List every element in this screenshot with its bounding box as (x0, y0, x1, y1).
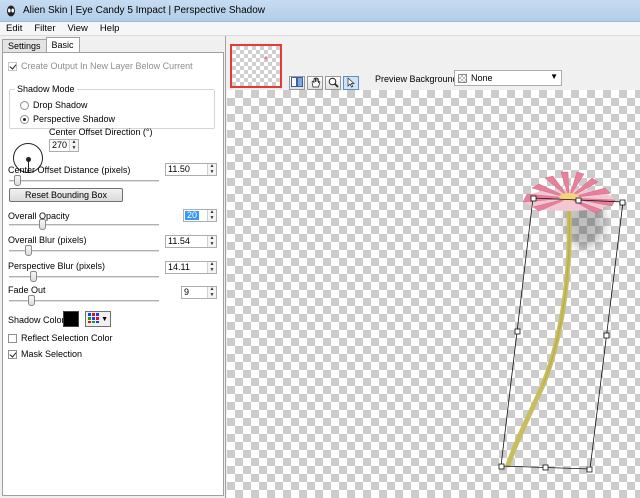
tab-settings[interactable]: Settings (2, 39, 47, 52)
slider-thumb[interactable] (28, 295, 35, 306)
preview-canvas[interactable] (227, 90, 640, 498)
zoom-icon (328, 77, 339, 90)
tab-strip: Settings Basic (2, 37, 80, 53)
slider-thumb[interactable] (30, 271, 37, 282)
preview-toggle-icon (291, 77, 303, 89)
menu-view[interactable]: View (62, 23, 94, 34)
tab-basic[interactable]: Basic (45, 37, 80, 52)
hand-icon (310, 76, 321, 90)
bounding-box-handles[interactable] (498, 195, 626, 473)
preview-toolbar (289, 76, 361, 90)
window-title: Alien Skin | Eye Candy 5 Impact | Perspe… (23, 5, 265, 16)
slider-thumb[interactable] (25, 245, 32, 256)
down-arrow-icon[interactable]: ▼ (208, 169, 216, 175)
center-offset-distance-value[interactable]: 11.50 (166, 164, 207, 175)
down-arrow-icon[interactable]: ▼ (208, 267, 216, 273)
drop-shadow-radio[interactable] (20, 100, 29, 110)
dial-center (26, 157, 31, 162)
perspective-shadow-label: Perspective Shadow (33, 114, 116, 124)
mask-selection-row[interactable]: Mask Selection (8, 349, 82, 359)
reflect-selection-color-checkbox[interactable] (8, 333, 17, 343)
down-arrow-icon[interactable]: ▼ (208, 292, 216, 298)
center-offset-distance-stepper[interactable]: 11.50 ▲ ▼ (165, 163, 217, 176)
navigator-thumbnail[interactable] (230, 44, 282, 88)
overall-blur-label: Overall Blur (pixels) (8, 235, 87, 245)
fade-out-stepper[interactable]: 9 ▲ ▼ (181, 286, 217, 299)
overall-blur-stepper[interactable]: 11.54 ▲ ▼ (165, 235, 217, 248)
menu-help[interactable]: Help (94, 23, 126, 34)
mask-selection-label: Mask Selection (21, 349, 83, 359)
perspective-blur-stepper[interactable]: 14.11 ▲ ▼ (165, 261, 217, 274)
overall-blur-slider[interactable] (9, 245, 159, 257)
shadow-mode-title: Shadow Mode (15, 84, 77, 94)
shadow-mode-group: Shadow Mode Drop Shadow Perspective Shad… (9, 84, 215, 129)
drop-shadow-option[interactable]: Drop Shadow (20, 100, 88, 110)
perspective-blur-slider[interactable] (9, 271, 159, 283)
chevron-down-icon: ▼ (550, 72, 558, 81)
controls-panel: Settings Basic Create Output In New Laye… (0, 36, 226, 498)
color-picker-button[interactable]: ▼ (85, 311, 111, 327)
chevron-down-icon: ▼ (101, 315, 108, 323)
menu-filter[interactable]: Filter (28, 23, 61, 34)
zoom-tool-button[interactable] (325, 76, 341, 90)
fade-out-slider[interactable] (9, 295, 159, 307)
reset-bounding-box-button[interactable]: Reset Bounding Box (9, 188, 123, 202)
center-offset-distance-label: Center Offset Distance (pixels) (8, 165, 131, 175)
fade-out-value[interactable]: 9 (182, 287, 207, 298)
direction-down-arrow-icon[interactable]: ▼ (70, 145, 78, 151)
color-grid-icon (88, 313, 99, 325)
center-offset-direction-label: Center Offset Direction (°) (49, 127, 153, 137)
menu-edit[interactable]: Edit (0, 23, 28, 34)
preview-area: Preview Background: None ▼ (227, 36, 640, 498)
slider-thumb[interactable] (14, 175, 21, 186)
slider-thumb[interactable] (39, 219, 46, 230)
direction-value[interactable]: 270 (50, 140, 69, 151)
direction-stepper[interactable]: 270 ▲ ▼ (49, 139, 79, 152)
preview-background-label: Preview Background: (375, 74, 461, 84)
shadow-color-swatch[interactable] (63, 311, 79, 327)
perspective-shadow-radio[interactable] (20, 114, 29, 124)
transparency-swatch-icon (458, 73, 467, 83)
arrow-icon (346, 76, 356, 90)
down-arrow-icon[interactable]: ▼ (208, 215, 216, 221)
center-offset-distance-slider[interactable] (9, 175, 159, 187)
create-output-label: Create Output In New Layer Below Current (21, 61, 193, 71)
reflect-selection-color-label: Reflect Selection Color (21, 333, 113, 343)
basic-tab-panel: Create Output In New Layer Below Current… (2, 52, 224, 496)
perspective-shadow-option[interactable]: Perspective Shadow (20, 114, 115, 124)
title-bar: Alien Skin | Eye Candy 5 Impact | Perspe… (0, 0, 640, 22)
create-output-checkbox[interactable] (8, 61, 17, 71)
overall-blur-value[interactable]: 11.54 (166, 236, 207, 247)
hand-tool-button[interactable] (307, 76, 323, 90)
perspective-blur-value[interactable]: 14.11 (166, 262, 207, 273)
mask-selection-checkbox[interactable] (8, 349, 17, 359)
shadow-color-label: Shadow Color (8, 315, 65, 325)
preview-background-value: None (471, 73, 493, 83)
select-tool-button[interactable] (343, 76, 359, 90)
drop-shadow-label: Drop Shadow (33, 100, 88, 110)
down-arrow-icon[interactable]: ▼ (208, 241, 216, 247)
alien-skin-logo-icon (4, 4, 18, 18)
fade-out-label: Fade Out (8, 285, 46, 295)
overall-opacity-stepper[interactable]: 20 ▲ ▼ (183, 209, 217, 222)
perspective-blur-label: Perspective Blur (pixels) (8, 261, 106, 271)
create-output-row: Create Output In New Layer Below Current (8, 61, 193, 71)
toggle-preview-button[interactable] (289, 76, 305, 90)
menu-bar: Edit Filter View Help (0, 22, 640, 36)
daisy-flower (522, 171, 616, 214)
reflect-selection-color-row[interactable]: Reflect Selection Color (8, 333, 113, 343)
overall-opacity-value[interactable]: 20 (185, 211, 200, 220)
overall-opacity-slider[interactable] (9, 219, 159, 231)
flower-stem (505, 205, 572, 468)
preview-background-select[interactable]: None ▼ (454, 70, 562, 86)
